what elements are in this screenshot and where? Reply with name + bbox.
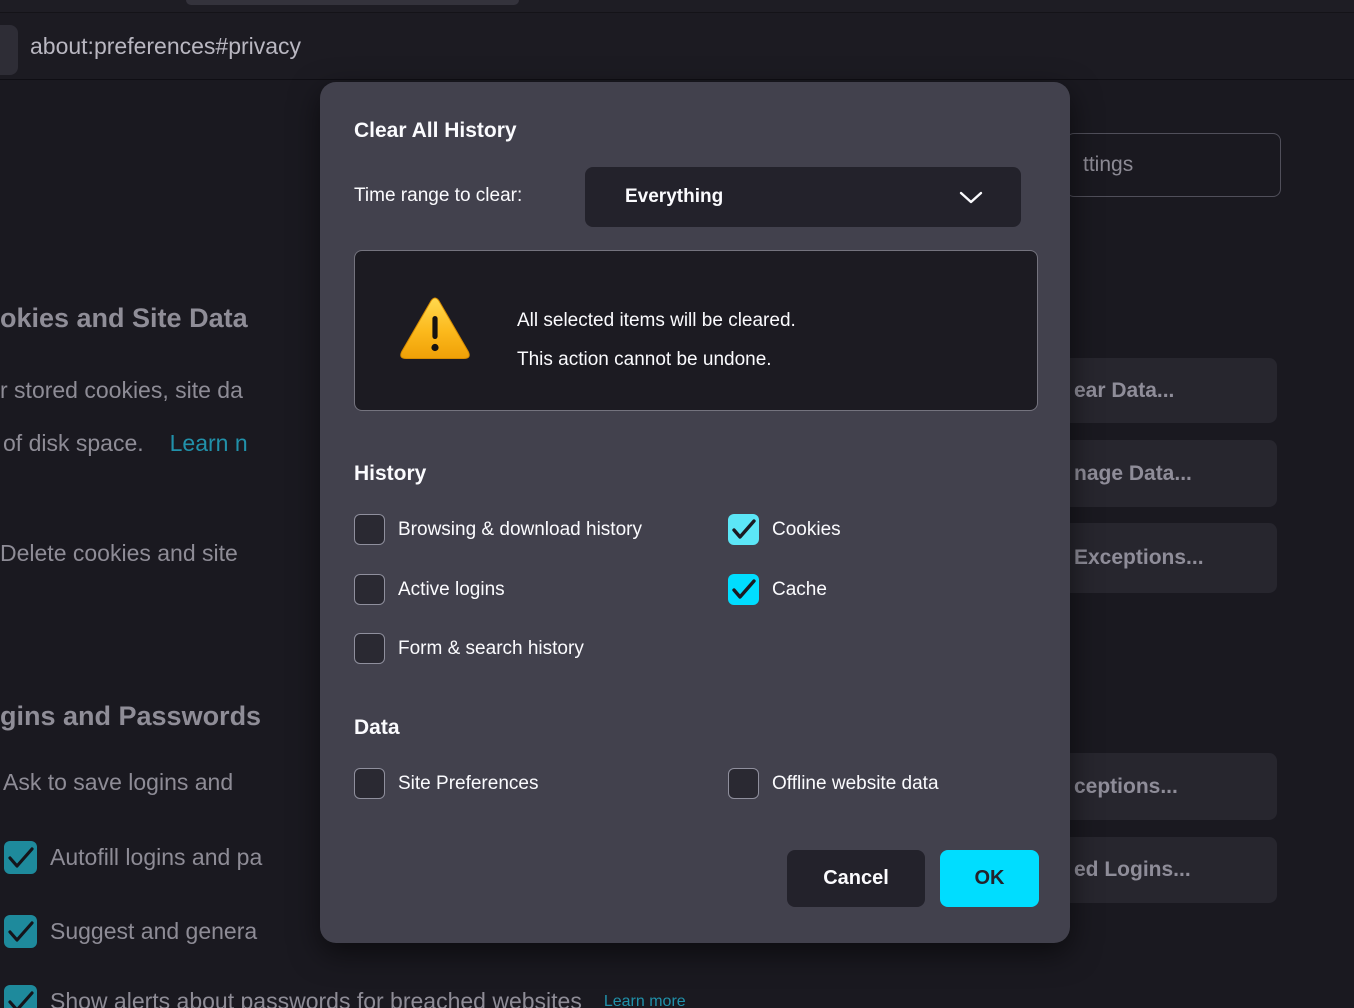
ask-to-save-logins-text: Ask to save logins and: [3, 769, 233, 796]
time-range-label: Time range to clear:: [354, 185, 522, 207]
cancel-button[interactable]: Cancel: [787, 850, 925, 907]
urlbar-identity-box[interactable]: [0, 25, 18, 75]
warning-triangle-icon: [399, 296, 471, 367]
warning-line-2: This action cannot be undone.: [517, 340, 796, 379]
autofill-logins-row: Autofill logins and pa: [4, 841, 262, 874]
manage-data-button-truncated[interactable]: nage Data...: [1062, 440, 1277, 507]
warning-text: All selected items will be cleared. This…: [517, 301, 796, 379]
dialog-title: Clear All History: [354, 119, 517, 143]
warning-line-1: All selected items will be cleared.: [517, 301, 796, 340]
suggest-passwords-checkbox[interactable]: [4, 915, 37, 948]
checkmark-icon: [728, 574, 759, 605]
autofill-logins-checkbox[interactable]: [4, 841, 37, 874]
exceptions-button[interactable]: Exceptions...: [1062, 523, 1277, 593]
offline-website-data-label: Offline website data: [772, 768, 939, 799]
history-section-heading: History: [354, 462, 426, 486]
site-preferences-row: Site Preferences: [354, 768, 538, 799]
browsing-history-checkbox[interactable]: [354, 514, 385, 545]
browsing-history-label: Browsing & download history: [398, 514, 642, 545]
clear-all-history-dialog: Clear All History Time range to clear: E…: [320, 82, 1070, 943]
chevron-down-icon: [959, 191, 983, 209]
warning-box: All selected items will be cleared. This…: [354, 250, 1038, 411]
breach-alerts-row: Show alerts about passwords for breached…: [4, 985, 686, 1008]
form-search-history-label: Form & search history: [398, 633, 584, 664]
offline-website-data-checkbox[interactable]: [728, 768, 759, 799]
active-logins-row: Active logins: [354, 574, 505, 605]
checkmark-icon: [728, 514, 759, 545]
cache-checkbox[interactable]: [728, 574, 759, 605]
breach-alerts-checkbox[interactable]: [4, 985, 37, 1008]
suggest-passwords-label: Suggest and genera: [50, 915, 257, 948]
time-range-selected-value: Everything: [625, 186, 723, 208]
disk-space-text: of disk space.: [3, 430, 144, 456]
cookies-label: Cookies: [772, 514, 841, 545]
checkmark-icon: [4, 841, 37, 874]
breach-learn-more-link[interactable]: Learn more: [604, 993, 686, 1008]
saved-logins-button-truncated[interactable]: ed Logins...: [1062, 837, 1277, 903]
time-range-dropdown[interactable]: Everything: [585, 167, 1021, 227]
delete-cookies-text: Delete cookies and site: [0, 540, 238, 567]
active-logins-checkbox[interactable]: [354, 574, 385, 605]
active-tab-remnant[interactable]: [186, 0, 519, 5]
checkmark-icon: [4, 985, 37, 1008]
ok-button[interactable]: OK: [940, 850, 1039, 907]
logins-passwords-heading: gins and Passwords: [0, 701, 261, 732]
data-section-heading: Data: [354, 716, 400, 740]
url-toolbar: about:preferences#privacy: [0, 12, 1354, 80]
cookies-site-data-heading: okies and Site Data: [0, 303, 248, 334]
site-preferences-label: Site Preferences: [398, 768, 538, 799]
cookies-description-line2: of disk space. Learn n: [3, 430, 248, 457]
browser-window: about:preferences#privacy okies and Site…: [0, 0, 1354, 1008]
settings-button-truncated[interactable]: ttings: [1066, 133, 1281, 197]
clear-data-button-truncated[interactable]: ear Data...: [1062, 358, 1277, 423]
exceptions-button-truncated[interactable]: ceptions...: [1062, 753, 1277, 820]
offline-website-data-row: Offline website data: [728, 768, 939, 799]
cookies-checkbox[interactable]: [728, 514, 759, 545]
checkmark-icon: [4, 915, 37, 948]
cache-label: Cache: [772, 574, 827, 605]
learn-more-link-truncated[interactable]: Learn n: [170, 430, 248, 456]
form-search-history-checkbox[interactable]: [354, 633, 385, 664]
active-logins-label: Active logins: [398, 574, 505, 605]
site-preferences-checkbox[interactable]: [354, 768, 385, 799]
autofill-logins-label: Autofill logins and pa: [50, 841, 262, 874]
cookies-row: Cookies: [728, 514, 841, 545]
suggest-passwords-row: Suggest and genera: [4, 915, 257, 948]
tab-bar: [0, 0, 1354, 12]
form-search-history-row: Form & search history: [354, 633, 584, 664]
browsing-history-row: Browsing & download history: [354, 514, 642, 545]
cookies-description-line1: r stored cookies, site da: [0, 377, 243, 404]
breach-alerts-label: Show alerts about passwords for breached…: [50, 985, 582, 1008]
url-input[interactable]: about:preferences#privacy: [30, 24, 301, 68]
cache-row: Cache: [728, 574, 827, 605]
